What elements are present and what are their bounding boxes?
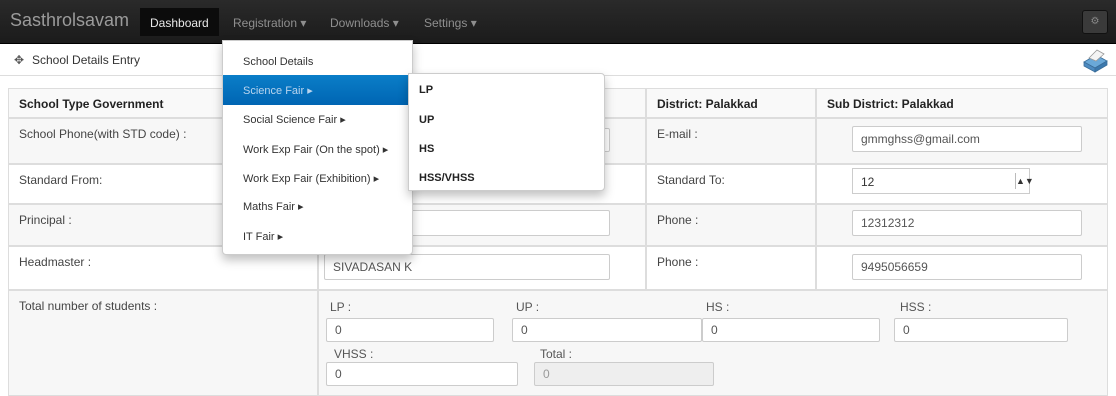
hs-label: HS : bbox=[706, 300, 730, 314]
menu-work-exp-exhibition[interactable]: Work Exp Fair (Exhibition) ▸ bbox=[223, 163, 412, 193]
page-title: School Details Entry bbox=[32, 53, 141, 67]
user-menu-button[interactable]: ⚙ bbox=[1082, 10, 1108, 34]
district-cell: District: Palakkad bbox=[646, 88, 816, 118]
headmaster-phone-input[interactable] bbox=[852, 254, 1082, 280]
brand-title[interactable]: Sasthrolsavam bbox=[10, 10, 129, 31]
up-label: UP : bbox=[516, 300, 540, 314]
email-label: E-mail : bbox=[646, 118, 816, 164]
email-input[interactable] bbox=[852, 126, 1082, 152]
total-students-label: Total number of students : bbox=[8, 290, 318, 396]
vhss-label: VHSS : bbox=[334, 347, 374, 361]
headmaster-phone-label: Phone : bbox=[646, 246, 816, 290]
menu-science-fair[interactable]: Science Fair ▸ bbox=[223, 75, 412, 105]
principal-phone-label: Phone : bbox=[646, 204, 816, 246]
principal-phone-input[interactable] bbox=[852, 210, 1082, 236]
printer-icon[interactable] bbox=[1080, 46, 1110, 74]
move-icon: ✥ bbox=[14, 53, 25, 67]
standard-to-value: 12 bbox=[861, 175, 875, 189]
submenu-hs[interactable]: HS bbox=[409, 135, 604, 165]
submenu-lp[interactable]: LP bbox=[409, 76, 604, 106]
menu-school-details[interactable]: School Details bbox=[223, 47, 412, 77]
nav-dashboard[interactable]: Dashboard bbox=[140, 8, 219, 36]
nav-downloads[interactable]: Downloads ▾ bbox=[330, 16, 399, 30]
science-fair-submenu: LP UP HS HSS/VHSS bbox=[408, 73, 605, 191]
page-subheader: ✥ School Details Entry bbox=[0, 44, 1116, 76]
cog-icon: ⚙ bbox=[1090, 16, 1100, 27]
standard-to-label: Standard To: bbox=[646, 164, 816, 204]
hs-input[interactable] bbox=[702, 318, 880, 342]
submenu-hss-vhss[interactable]: HSS/VHSS bbox=[409, 164, 604, 194]
hss-label: HSS : bbox=[900, 300, 932, 314]
sub-district-cell: Sub District: Palakkad bbox=[816, 88, 1108, 118]
nav-settings[interactable]: Settings ▾ bbox=[424, 16, 477, 30]
up-input[interactable] bbox=[512, 318, 702, 342]
total-label: Total : bbox=[540, 347, 573, 361]
menu-work-exp-on-the-spot[interactable]: Work Exp Fair (On the spot) ▸ bbox=[223, 134, 412, 164]
vhss-input[interactable] bbox=[326, 362, 518, 386]
total-input bbox=[534, 362, 714, 386]
hss-input[interactable] bbox=[894, 318, 1068, 342]
select-arrow-icon: ▲▼ bbox=[1015, 173, 1034, 189]
menu-maths-fair[interactable]: Maths Fair ▸ bbox=[223, 191, 412, 221]
menu-social-science-fair[interactable]: Social Science Fair ▸ bbox=[223, 104, 412, 134]
registration-dropdown: School Details Science Fair ▸ Social Sci… bbox=[222, 40, 413, 255]
lp-input[interactable] bbox=[326, 318, 494, 342]
lp-label: LP : bbox=[330, 300, 352, 314]
top-navbar: Sasthrolsavam Dashboard Registration ▾ D… bbox=[0, 0, 1116, 44]
menu-it-fair[interactable]: IT Fair ▸ bbox=[223, 221, 412, 251]
nav-registration[interactable]: Registration ▾ bbox=[233, 16, 306, 30]
submenu-up[interactable]: UP bbox=[409, 106, 604, 136]
standard-to-select[interactable]: 12 ▲▼ bbox=[852, 168, 1034, 194]
headmaster-input[interactable] bbox=[324, 254, 610, 280]
